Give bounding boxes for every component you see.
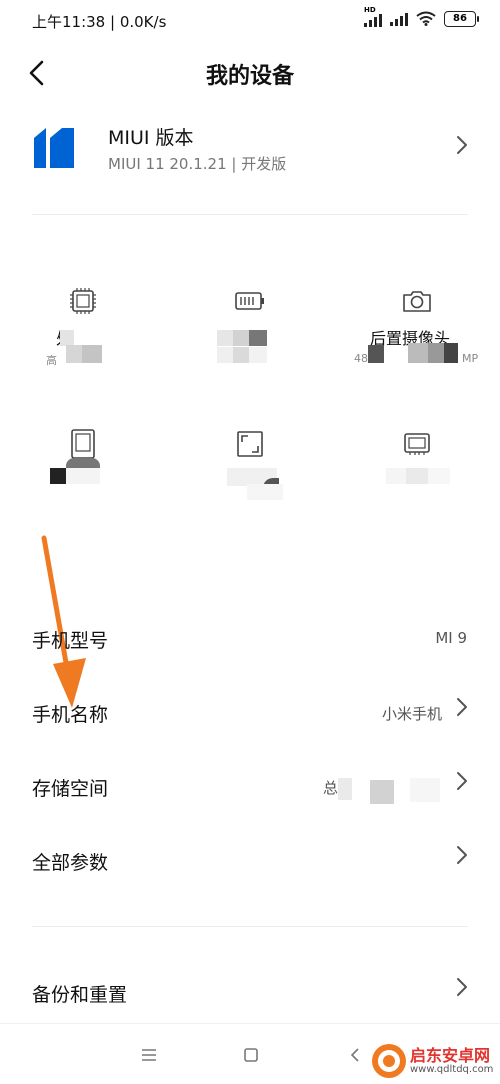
row-phone-name[interactable]: 手机名称 小米手机: [0, 684, 500, 744]
row-label: 备份和重置: [32, 984, 128, 1006]
watermark-logo: [372, 1044, 406, 1078]
nav-back-button[interactable]: [340, 1040, 370, 1070]
watermark-url: www.qdltdq.com: [410, 1064, 494, 1075]
chevron-right-icon: [456, 977, 468, 1003]
row-phone-model[interactable]: 手机型号 MI 9: [0, 610, 500, 670]
row-all-specs[interactable]: 全部参数: [0, 832, 500, 892]
watermark: 启东安卓网 www.qdltdq.com: [370, 1040, 498, 1082]
redaction-block: [410, 778, 440, 802]
row-value: MI 9: [435, 629, 467, 647]
annotation-arrow: [41, 535, 86, 708]
menu-icon: [142, 1049, 156, 1061]
row-storage[interactable]: 存储空间 总: [0, 758, 500, 818]
nav-home-button[interactable]: [236, 1040, 266, 1070]
row-label: 手机型号: [32, 630, 109, 652]
row-label: 存储空间: [32, 778, 109, 800]
row-value: 小米手机: [381, 705, 442, 723]
home-square-icon: [244, 1048, 258, 1062]
redaction-block: [338, 778, 352, 800]
nav-back-icon: [350, 1048, 359, 1062]
nav-menu-button[interactable]: [134, 1040, 164, 1070]
chevron-right-icon: [456, 697, 468, 723]
row-value: 总: [322, 779, 338, 797]
row-backup-reset[interactable]: 备份和重置: [0, 964, 500, 1024]
watermark-title: 启东安卓网: [410, 1046, 491, 1065]
redaction-block: [370, 780, 394, 804]
row-label: 全部参数: [32, 852, 109, 874]
chevron-right-icon: [456, 845, 468, 871]
chevron-right-icon: [456, 771, 468, 797]
row-label: 手机名称: [32, 704, 109, 726]
divider: [32, 926, 468, 927]
